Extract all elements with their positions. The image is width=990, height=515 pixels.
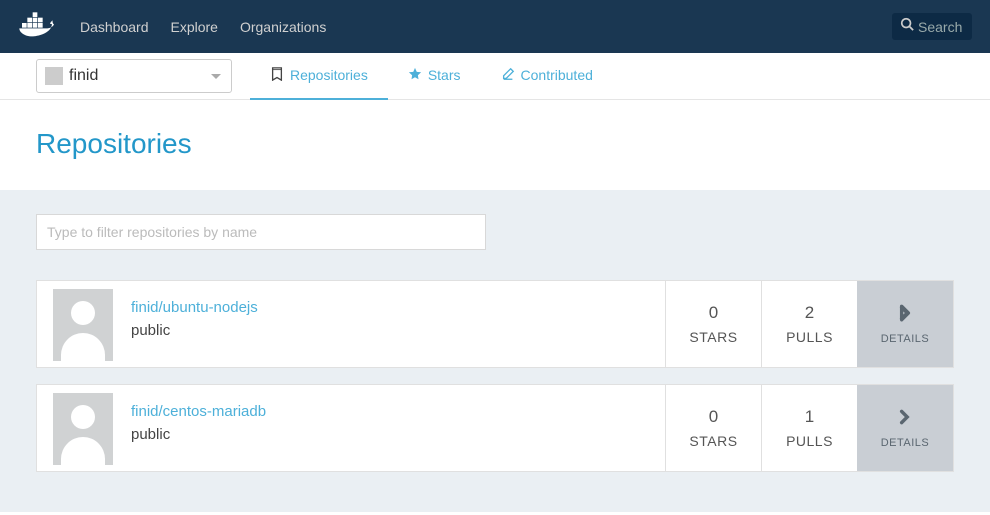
avatar-icon <box>53 393 113 465</box>
repo-card: finid/ubuntu-nodejs public 0 STARS 2 PUL… <box>36 280 954 368</box>
top-navbar: Dashboard Explore Organizations <box>0 0 990 53</box>
navbar-left: Dashboard Explore Organizations <box>18 12 326 42</box>
nav-explore[interactable]: Explore <box>171 19 218 35</box>
chevron-down-icon <box>211 74 221 79</box>
tab-repositories[interactable]: Repositories <box>250 53 388 100</box>
details-label: DETAILS <box>881 437 930 449</box>
tab-stars-label: Stars <box>428 67 461 83</box>
filter-input[interactable] <box>36 214 486 250</box>
user-avatar-icon <box>45 67 63 85</box>
stars-count: 0 <box>709 407 718 427</box>
tab-contributed-label: Contributed <box>521 67 593 83</box>
pulls-stat: 1 PULLS <box>761 385 857 471</box>
user-dropdown[interactable]: finid <box>36 59 232 93</box>
pulls-stat: 2 PULLS <box>761 281 857 367</box>
nav-dashboard[interactable]: Dashboard <box>80 19 149 35</box>
pulls-label: PULLS <box>786 329 833 345</box>
docker-logo-icon[interactable] <box>18 12 58 42</box>
pulls-count: 2 <box>805 303 814 323</box>
repo-card: finid/centos-mariadb public 0 STARS 1 PU… <box>36 384 954 472</box>
page-title: Repositories <box>0 100 990 190</box>
repo-list: finid/ubuntu-nodejs public 0 STARS 2 PUL… <box>36 280 954 472</box>
edit-icon <box>501 67 515 84</box>
nav-organizations[interactable]: Organizations <box>240 19 326 35</box>
tab-contributed[interactable]: Contributed <box>481 53 613 100</box>
stars-count: 0 <box>709 303 718 323</box>
search-icon <box>900 17 918 36</box>
chevron-right-icon <box>896 304 914 333</box>
star-icon <box>408 67 422 84</box>
stars-label: STARS <box>689 433 737 449</box>
user-name: finid <box>69 67 98 85</box>
details-button[interactable]: DETAILS <box>857 385 953 471</box>
tab-stars[interactable]: Stars <box>388 53 481 100</box>
details-button[interactable]: DETAILS <box>857 281 953 367</box>
repo-visibility: public <box>131 426 647 443</box>
repo-visibility: public <box>131 322 647 339</box>
repo-name-link[interactable]: finid/centos-mariadb <box>131 403 647 420</box>
sub-navbar: finid Repositories Stars Contributed <box>0 53 990 100</box>
details-label: DETAILS <box>881 333 930 345</box>
book-icon <box>270 67 284 84</box>
repo-name-link[interactable]: finid/ubuntu-nodejs <box>131 299 647 316</box>
tab-repositories-label: Repositories <box>290 67 368 83</box>
chevron-right-icon <box>896 408 914 437</box>
search-box[interactable] <box>892 13 972 40</box>
stars-label: STARS <box>689 329 737 345</box>
pulls-label: PULLS <box>786 433 833 449</box>
stars-stat: 0 STARS <box>665 281 761 367</box>
avatar-icon <box>53 289 113 361</box>
search-input[interactable] <box>918 19 968 35</box>
content-area: finid/ubuntu-nodejs public 0 STARS 2 PUL… <box>0 190 990 512</box>
stars-stat: 0 STARS <box>665 385 761 471</box>
repo-info: finid/centos-mariadb public <box>113 385 665 471</box>
pulls-count: 1 <box>805 407 814 427</box>
repo-info: finid/ubuntu-nodejs public <box>113 281 665 367</box>
